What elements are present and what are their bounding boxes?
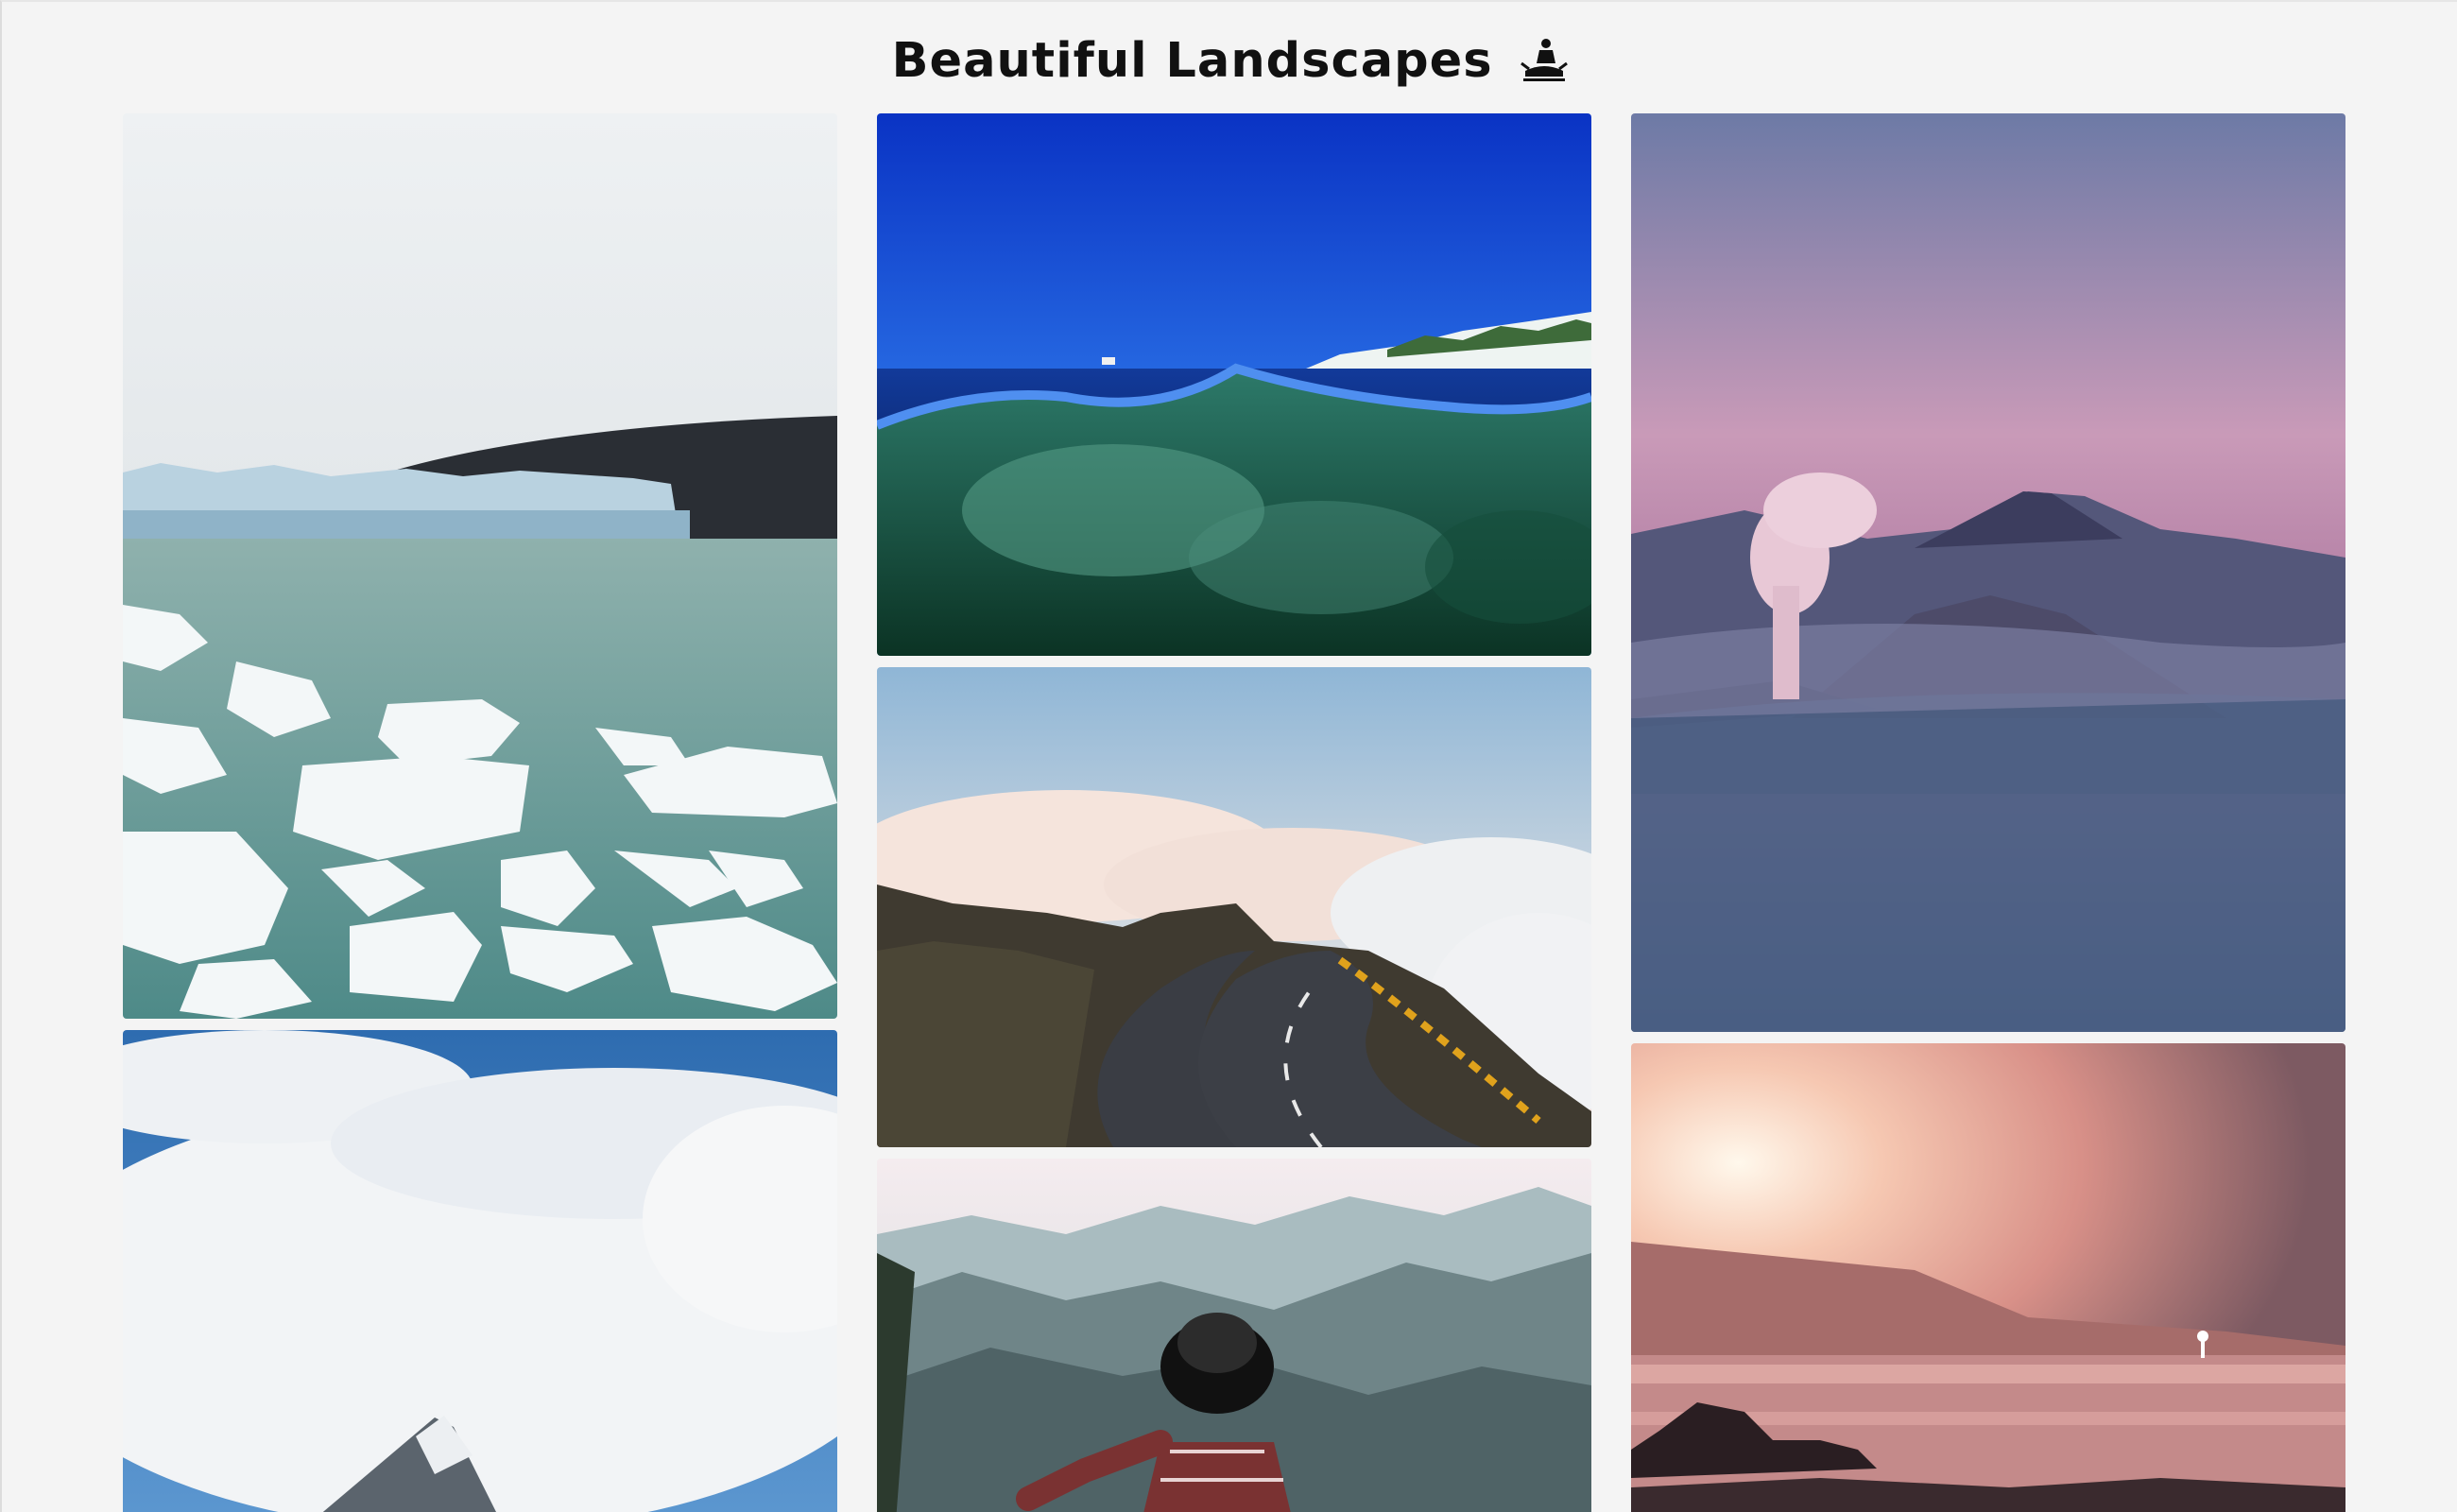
gallery-image-sunset-coast[interactable] (1631, 1043, 2345, 1512)
snowy-mountain-peak-photo (123, 1030, 837, 1512)
glacier-lagoon-photo (123, 113, 837, 1019)
person-in-lotus-position-icon (1521, 39, 1569, 81)
ocean-split-view-photo (877, 113, 1591, 656)
gallery-image-snowy-mountain-peak[interactable] (123, 1030, 837, 1512)
sunset-coast-photo (1631, 1043, 2345, 1512)
gallery-image-winding-mountain-road[interactable] (877, 667, 1591, 1147)
gallery-image-volcano-at-dusk[interactable] (1631, 113, 2345, 1032)
winding-mountain-road-photo (877, 667, 1591, 1147)
page-title: Beautiful Landscapes (2, 28, 2457, 94)
hiker-with-hat-mountains-photo (877, 1159, 1591, 1512)
gallery-image-hiker-with-hat-mountains[interactable] (877, 1159, 1591, 1512)
volcano-at-dusk-photo (1631, 113, 2345, 1032)
gallery-image-glacier-lagoon[interactable] (123, 113, 837, 1019)
gallery-image-ocean-split-view[interactable] (877, 113, 1591, 656)
landscape-gallery-page: Beautiful Landscapes (0, 0, 2457, 1512)
page-title-text: Beautiful Landscapes (891, 33, 1493, 89)
